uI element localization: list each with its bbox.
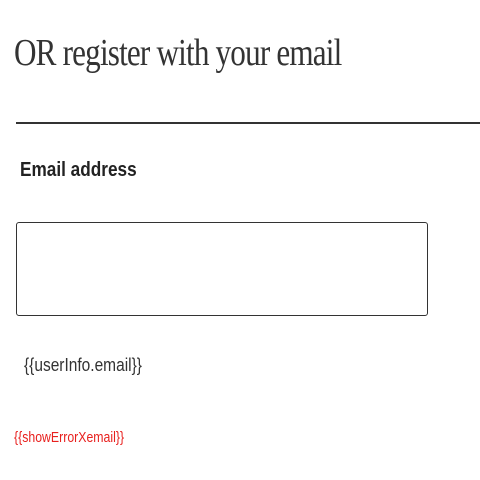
register-email-form: OR register with your email Email addres…	[0, 0, 480, 480]
email-label: Email address	[20, 159, 137, 181]
email-field[interactable]	[16, 222, 428, 316]
email-binding-text: {{userInfo.email}}	[24, 355, 142, 375]
divider	[16, 122, 480, 124]
email-error-message: {{showErrorXemail}}	[14, 429, 125, 446]
page-title: OR register with your email	[14, 32, 342, 74]
